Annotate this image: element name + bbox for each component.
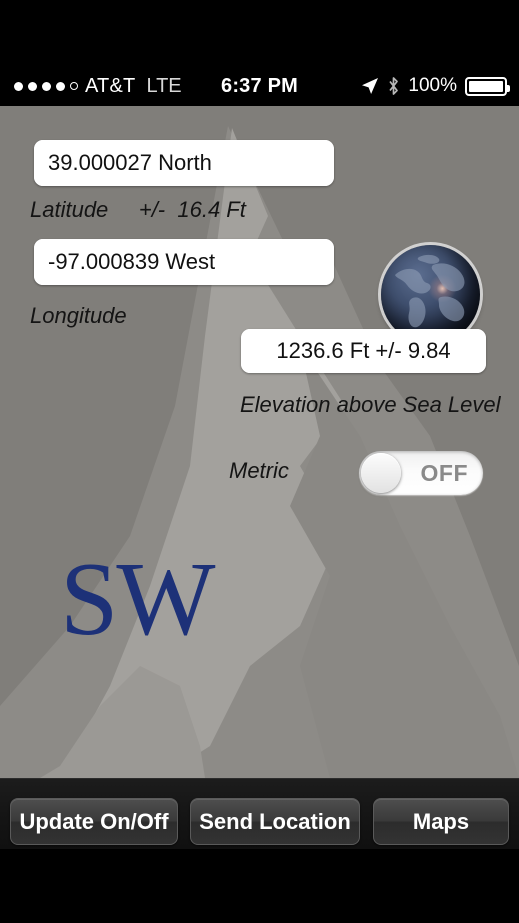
- maps-button[interactable]: Maps: [373, 798, 509, 845]
- longitude-value: -97.000839 West: [48, 249, 216, 274]
- metric-label: Metric: [229, 458, 289, 483]
- bluetooth-icon: [389, 77, 399, 95]
- elevation-value: 1236.6 Ft +/- 9.84: [276, 338, 451, 363]
- main-content: 39.000027 North Latitude +/- 16.4 Ft -97…: [0, 106, 519, 778]
- update-on-off-button[interactable]: Update On/Off: [10, 798, 178, 845]
- status-bar: AT&T LTE 6:37 PM 100%: [0, 66, 519, 106]
- longitude-field[interactable]: -97.000839 West: [34, 239, 334, 285]
- battery-percent-label: 100%: [408, 75, 457, 96]
- longitude-caption: Longitude: [30, 303, 127, 328]
- location-arrow-icon: [362, 78, 379, 94]
- latitude-value: 39.000027 North: [48, 150, 212, 175]
- bottom-toolbar: Update On/Off Send Location Maps: [0, 778, 519, 849]
- status-bar-right: 100%: [361, 66, 510, 106]
- latitude-caption: Latitude +/- 16.4 Ft: [30, 197, 246, 222]
- metric-toggle-knob[interactable]: [361, 453, 401, 493]
- app-logo: SW: [60, 540, 215, 657]
- send-location-button[interactable]: Send Location: [190, 798, 360, 845]
- metric-toggle-state-label: OFF: [420, 459, 468, 486]
- metric-toggle[interactable]: OFF: [359, 451, 483, 495]
- elevation-caption: Elevation above Sea Level: [240, 392, 501, 417]
- battery-icon: [465, 76, 510, 96]
- latitude-field[interactable]: 39.000027 North: [34, 140, 334, 186]
- phone-screen: AT&T LTE 6:37 PM 100% 39.000027 North La…: [0, 0, 519, 923]
- elevation-field[interactable]: 1236.6 Ft +/- 9.84: [241, 329, 486, 373]
